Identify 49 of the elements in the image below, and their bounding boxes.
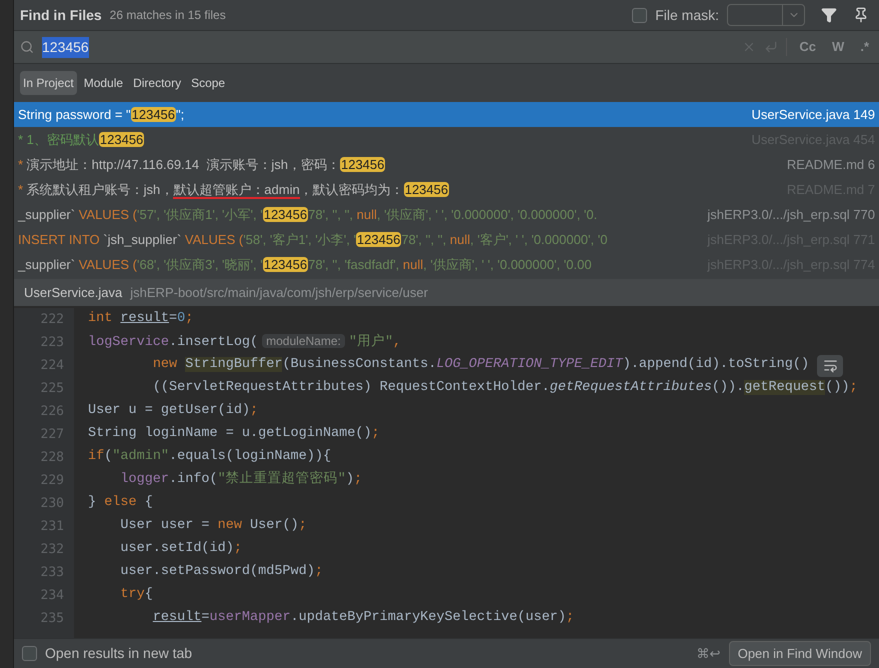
- filter-icon[interactable]: [821, 7, 837, 23]
- search-query: 123456: [42, 36, 89, 58]
- result-text: * 1、密码默认123456: [18, 130, 146, 149]
- result-text: * 演示地址：http://47.116.69.14 演示账号：jsh，密码：123456: [18, 156, 386, 174]
- code-line: String loginName = u.getLoginName();: [88, 425, 380, 444]
- soft-wrap-icon[interactable]: [817, 354, 844, 376]
- search-icon: [20, 40, 34, 54]
- code-line: User u = getUser(id);: [88, 402, 258, 420]
- code-line: new StringBuffer(BusinessConstants.LOG_OPERATION_TYPE_EDIT).append(id).toString(): [152, 356, 810, 374]
- result-text: _supplier` VALUES ('68', '供应商3', '晓丽', '12345678', '', 'fasdfadf', null, '供应商', ' ', '0.000000', '0.00: [18, 256, 593, 274]
- new-tab-label: Open results in new tab: [45, 644, 192, 663]
- code-line: int result=0;: [88, 310, 194, 328]
- result-row[interactable]: String password = "123456"; UserService.java 149: [14, 102, 879, 127]
- result-text: _supplier` VALUES ('57', '供应商1', '小军', '12345678', '', '', null, '供应商', ' ', '0.000000', '0.000000', '0.: [18, 206, 598, 224]
- result-row[interactable]: * 演示地址：http://47.116.69.14 演示账号：jsh，密码：123456 README.md 6: [14, 152, 879, 177]
- code-line: result=userMapper.updateByPrimaryKeySelective(user);: [152, 609, 574, 628]
- code-line: try{: [119, 586, 153, 604]
- code-line: if("admin".equals(loginName)){: [88, 448, 332, 466]
- search-field[interactable]: 123456 Cc W .*: [14, 30, 879, 64]
- code-line: User user = new User();: [119, 517, 307, 536]
- code-line: logger.info("禁止重置超管密码");: [119, 470, 362, 490]
- result-location: jshERP3.0/.../jsh_erp.sql 770: [707, 206, 875, 224]
- scope-tab[interactable]: Directory: [130, 71, 184, 95]
- result-text: String password = "123456";: [18, 106, 186, 124]
- pin-icon[interactable]: [853, 7, 869, 23]
- result-text: * 系统默认租户账号：jsh，默认超管账户：admin，默认密码均为：123456: [18, 180, 450, 200]
- code-line: user.setId(id);: [119, 540, 242, 558]
- result-location: UserService.java 149: [751, 106, 875, 124]
- code-line: ((ServletRequestAttributes) RequestContextHolder.getRequestAttributes()).getRequest());: [152, 379, 858, 398]
- result-text: INSERT INTO `jsh_supplier` VALUES ('58', '客户1', '小李', '12345678', '', '', null, '客户', ' ', '0.000000', '0: [18, 230, 608, 249]
- result-location: README.md 6: [786, 156, 875, 174]
- scope-tab[interactable]: Module: [80, 71, 126, 95]
- scope-tab[interactable]: In Project: [20, 71, 77, 95]
- match-summary: 26 matches in 15 files: [110, 7, 226, 24]
- checkbox[interactable]: [632, 8, 648, 22]
- code-line: logService.insertLog( moduleName: "用户",: [88, 332, 402, 352]
- file-mask-label: File mask:: [655, 6, 719, 24]
- preview-file-path: jshERP-boot/src/main/java/com/jsh/erp/service/user: [130, 284, 428, 302]
- preview-file-name: UserService.java: [24, 284, 122, 302]
- return-icon[interactable]: [764, 40, 778, 54]
- scope-tab[interactable]: Scope: [188, 71, 228, 95]
- file-mask-dropdown[interactable]: [727, 4, 805, 26]
- shortcut-hint: ⌘↩: [696, 644, 721, 663]
- open-in-find-window-button[interactable]: Open in Find Window: [728, 640, 871, 666]
- popup-title: Find in Files: [20, 6, 102, 24]
- result-row[interactable]: _supplier` VALUES ('57', '供应商1', '小军', '12345678', '', '', null, '供应商', ' ', '0.000000', '0.000000', '0. jshERP3.0/.../jsh_erp.sql 770: [14, 202, 879, 227]
- checkbox[interactable]: [22, 646, 37, 661]
- code-line: } else {: [88, 494, 153, 512]
- code-line: user.setPassword(md5Pwd);: [119, 563, 323, 582]
